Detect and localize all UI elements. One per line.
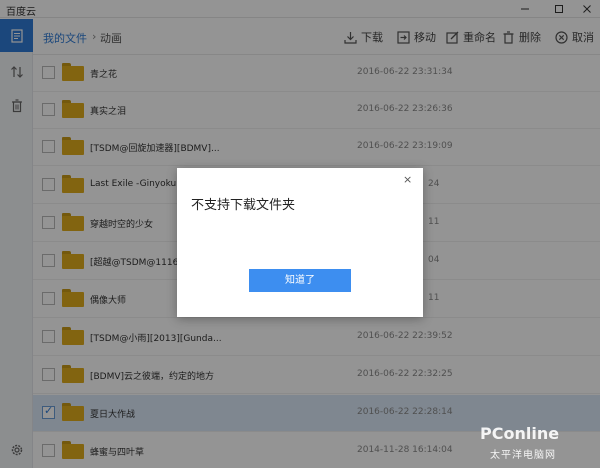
watermark-brand: PConline: [480, 424, 560, 443]
dialog-message: 不支持下载文件夹: [191, 198, 296, 213]
watermark-sub: 太平洋电脑网: [490, 450, 556, 461]
watermark-logo: PConline 太平洋电脑网: [480, 412, 590, 462]
dialog-close-button[interactable]: ×: [403, 173, 412, 186]
confirm-button[interactable]: 知道了: [249, 269, 351, 292]
alert-dialog: × 不支持下载文件夹 知道了: [177, 168, 423, 317]
